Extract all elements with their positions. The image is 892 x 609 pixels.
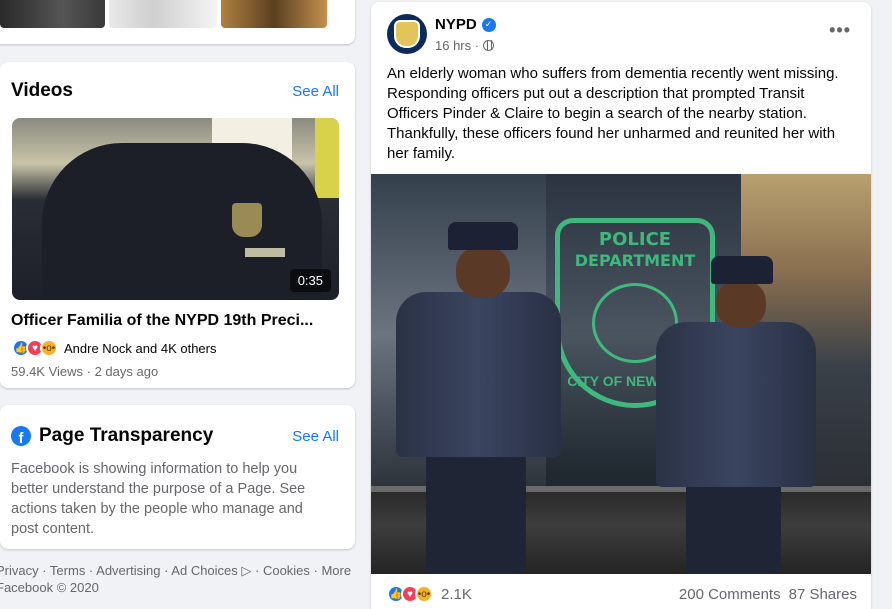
videos-see-all-link[interactable]: See All [292, 83, 339, 100]
videos-header: Videos See All [11, 80, 339, 102]
post-footer: 👍 ♥ •o• 2.1K 200 Comments 87 Shares [387, 585, 857, 603]
video-duration: 0:35 [289, 269, 331, 292]
post-timestamp: 16 hrs · [435, 38, 495, 53]
footer-links[interactable]: Privacy · Terms · Advertising · Ad Choic… [0, 562, 356, 579]
officer-figure [396, 222, 566, 574]
more-options-icon[interactable]: ••• [829, 20, 851, 41]
post-author-name[interactable]: NYPD [435, 16, 477, 33]
page-transparency-card: f Page Transparency See All Facebook is … [0, 405, 355, 549]
officer-cap [711, 256, 773, 284]
thumbnail-figure [42, 143, 322, 300]
video-reactions[interactable]: 👍 ♥ •o• Andre Nock and 4K others [12, 339, 216, 357]
officer-face [716, 280, 766, 328]
photos-card [0, 0, 355, 44]
footer-copyright: Facebook © 2020 [0, 580, 99, 595]
video-meta: 59.4K Views · 2 days ago [11, 364, 159, 379]
officer-figure [656, 256, 821, 574]
post-reactions[interactable]: 👍 ♥ •o• 2.1K [387, 585, 472, 603]
nypd-shield-icon [394, 20, 420, 48]
transparency-title: Page Transparency [39, 425, 214, 446]
post-text: An elderly woman who suffers from dement… [387, 65, 839, 162]
name-plate [245, 248, 285, 257]
post-stats: 200 Comments 87 Shares [679, 586, 857, 603]
reaction-count: 2.1K [441, 585, 472, 603]
page-avatar[interactable] [387, 14, 427, 54]
photo-thumbnail[interactable] [221, 0, 327, 28]
verified-badge-icon: ✓ [481, 17, 496, 32]
reactions-text: Andre Nock and 4K others [64, 340, 217, 356]
videos-title: Videos [11, 80, 73, 101]
transparency-see-all-link[interactable]: See All [292, 428, 339, 445]
police-badge-icon [232, 203, 262, 237]
officer-pants [686, 484, 781, 574]
transparency-title-group: f Page Transparency [11, 425, 213, 447]
photo-thumbnail[interactable] [0, 0, 105, 28]
shares-count-link[interactable]: 87 Shares [789, 586, 857, 603]
video-thumbnail[interactable]: 0:35 [12, 118, 339, 300]
facebook-icon: f [11, 426, 31, 446]
comments-count-link[interactable]: 200 Comments [679, 586, 781, 603]
transparency-body: Facebook is showing information to help … [11, 461, 306, 537]
videos-card: Videos See All 0:35 Officer Familia of t… [0, 62, 355, 388]
officer-jacket [656, 322, 816, 487]
globe-icon [483, 40, 495, 51]
video-title-link[interactable]: Officer Familia of the NYPD 19th Preci..… [11, 312, 336, 330]
post-photo[interactable]: POLICE DEPARTMENT CITY OF NEW YORK [371, 174, 871, 574]
officer-pants [426, 454, 526, 574]
thumbnail-background [315, 118, 339, 198]
wow-reaction-icon: •o• [40, 339, 58, 357]
footer: Privacy · Terms · Advertising · Ad Choic… [0, 562, 356, 596]
transparency-header: f Page Transparency See All [11, 425, 339, 447]
emblem-line-1: POLICE [598, 229, 672, 250]
photo-strip [0, 0, 327, 28]
officer-face [456, 246, 510, 298]
post-author: NYPD ✓ [435, 16, 496, 33]
post-time-text[interactable]: 16 hrs · [435, 38, 479, 53]
officer-cap [448, 222, 518, 250]
wow-reaction-icon: •o• [415, 585, 433, 603]
officer-jacket [396, 292, 561, 457]
post-card: NYPD ✓ 16 hrs · ••• An elderly woman who… [371, 2, 871, 609]
photo-thumbnail[interactable] [109, 0, 217, 28]
